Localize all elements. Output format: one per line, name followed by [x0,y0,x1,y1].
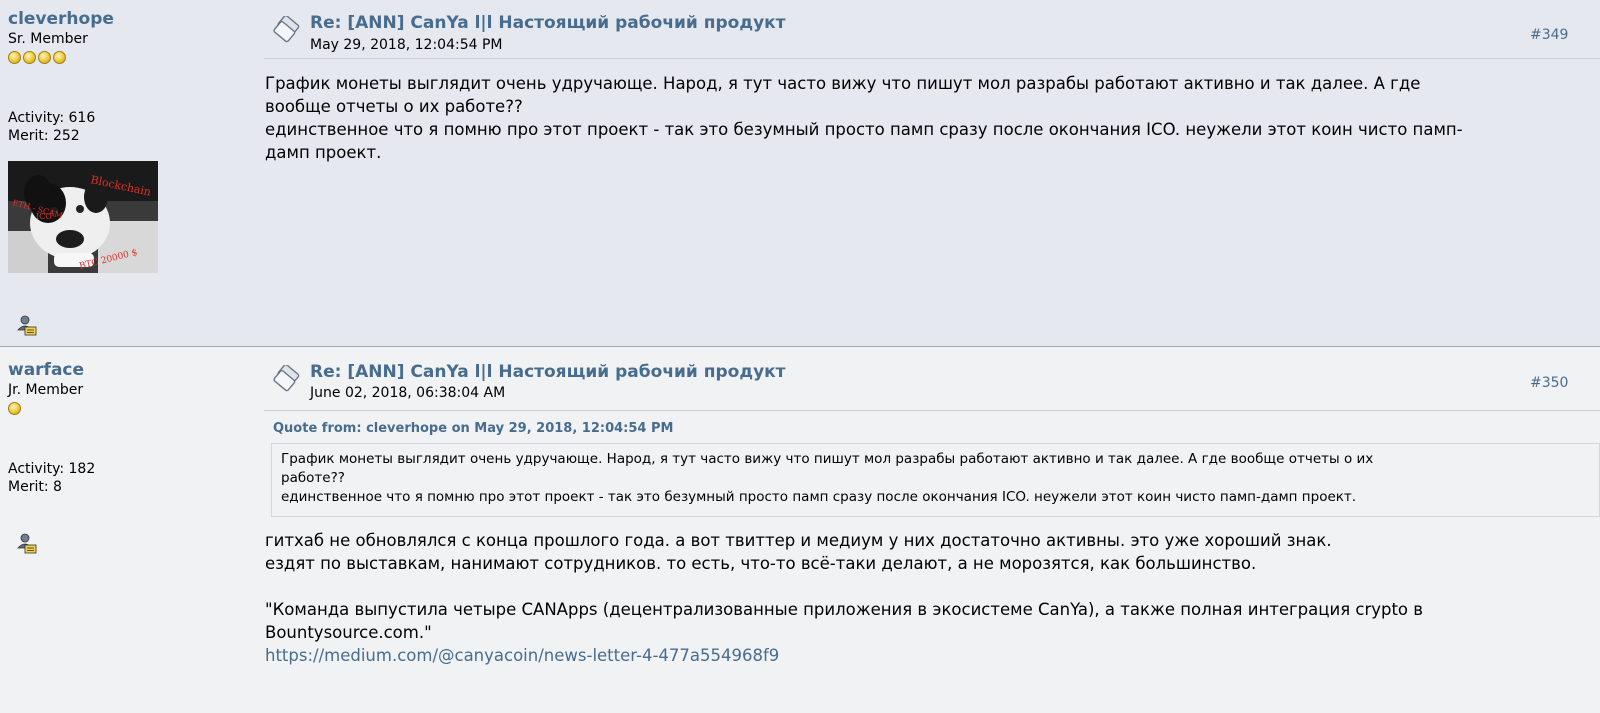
quote-text-line: График монеты выглядит очень удручающе. … [281,451,1374,467]
post-text-line: "Команда выпустила четыре CANApps (децен… [265,600,1423,619]
post-text-line: График монеты выглядит очень удручающе. … [265,74,1421,93]
star-icon [53,51,66,64]
post-date: June 02, 2018, 06:38:04 AM [310,385,506,401]
author-name[interactable]: warface [8,359,248,381]
profile-icon[interactable] [16,314,38,336]
quote-header[interactable]: Quote from: cleverhope on May 29, 2018, … [273,421,673,436]
author-rank: Sr. Member [8,31,88,47]
post-subject-link[interactable]: Re: [ANN] CanYa l|l Настоящий рабочий пр… [310,361,786,383]
header-divider [264,58,1600,59]
post-350: warface Jr. Member Activity: 182 Merit: … [0,346,1600,713]
post-number-link[interactable]: #349 [1530,27,1568,43]
author-stats: Activity: 616 Merit: 252 [8,109,248,145]
post-text-line: ездят по выставкам, нанимают сотрудников… [265,554,1257,573]
post-subject-icon [273,16,300,43]
author-activity: Activity: 182 [8,461,96,477]
post-body: гитхаб не обновлялся с конца прошлого го… [265,529,1600,667]
post-text-line: Bountysource.com." [265,623,432,642]
avatar: Blockchain ETH - SCAM ICO BTC 20000 $ [8,161,158,273]
post-subject-icon [273,365,300,392]
post-text-line [265,575,1600,598]
post-number-link[interactable]: #350 [1530,375,1568,391]
poster-info: warface Jr. Member Activity: 182 Merit: … [8,359,248,496]
author-merit: Merit: 8 [8,479,62,495]
medium-link[interactable]: https://medium.com/@canyacoin/news-lette… [265,646,779,665]
profile-icon[interactable] [16,532,38,554]
avatar-text: ICO [36,212,52,221]
poster-info: cleverhope Sr. Member Activity: 616 Meri… [8,8,248,277]
author-activity: Activity: 616 [8,110,96,126]
author-rank: Jr. Member [8,382,84,398]
post-text-line: гитхаб не обновлялся с конца прошлого го… [265,531,1332,550]
post-text-line: вообще отчеты о их работе?? [265,97,523,116]
post-349: cleverhope Sr. Member Activity: 616 Meri… [0,0,1600,346]
post-body: График монеты выглядит очень удручающе. … [265,72,1600,164]
author-merit: Merit: 252 [8,128,80,144]
star-icon [38,51,51,64]
quote-text-line: работе?? [281,470,345,486]
star-icon [23,51,36,64]
post-text-line: единственное что я помню про этот проект… [265,120,1463,139]
rank-stars [8,402,248,418]
quote-block: График монеты выглядит очень удручающе. … [271,443,1600,517]
quote-text-line: единственное что я помню про этот проект… [281,489,1357,505]
author-stats: Activity: 182 Merit: 8 [8,460,248,496]
rank-stars [8,51,248,67]
star-icon [8,51,21,64]
post-text-line: дамп проект. [265,143,382,162]
author-name[interactable]: cleverhope [8,8,248,30]
post-date: May 29, 2018, 12:04:54 PM [310,37,503,53]
star-icon [8,402,21,415]
header-divider [264,410,1600,411]
post-subject-link[interactable]: Re: [ANN] CanYa l|l Настоящий рабочий пр… [310,12,786,34]
